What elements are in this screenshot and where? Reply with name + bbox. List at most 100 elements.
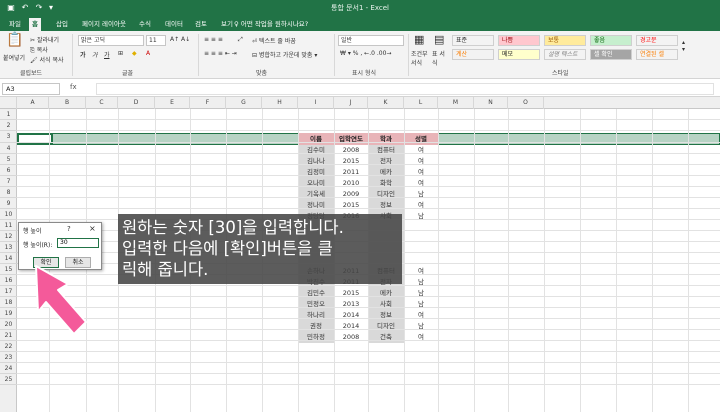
paste-label[interactable]: 붙여넣기 — [3, 53, 25, 62]
table-cell[interactable] — [404, 233, 438, 244]
table-cell[interactable]: 2011 — [334, 167, 368, 178]
column-header-e[interactable]: E — [155, 97, 190, 109]
fill-color-icon[interactable]: ◆ — [132, 50, 137, 57]
row-header-19[interactable]: 19 — [0, 308, 17, 319]
table-header-cell[interactable]: 학과 — [368, 133, 404, 145]
row-header-13[interactable]: 13 — [0, 242, 17, 253]
row-header-18[interactable]: 18 — [0, 297, 17, 308]
styles-more-icon[interactable]: ▴ ▾ — [682, 39, 685, 53]
orientation-icon[interactable]: ⤢ — [238, 36, 243, 44]
row-header-1[interactable]: 1 — [0, 109, 17, 120]
help-icon[interactable]: ? — [67, 225, 71, 233]
conditional-format-label[interactable]: 조건부 서식 — [411, 49, 429, 67]
currency-icon[interactable]: ₩ ▾ % , ←.0 .00→ — [340, 50, 391, 57]
style-warning[interactable]: 경고문 — [636, 35, 678, 46]
row-height-input[interactable]: 30 — [57, 238, 99, 248]
table-header-cell[interactable]: 입학연도 — [334, 133, 368, 145]
table-cell[interactable]: 여 — [404, 266, 438, 277]
table-cell[interactable]: 2015 — [334, 200, 368, 211]
table-cell[interactable]: 2013 — [334, 299, 368, 310]
table-cell[interactable]: 여 — [404, 145, 438, 156]
table-cell[interactable] — [404, 244, 438, 255]
style-note[interactable]: 메모 — [498, 49, 540, 60]
style-linked-cell[interactable]: 연결된 셀 — [636, 49, 678, 60]
column-header-a[interactable]: A — [17, 97, 49, 109]
table-cell[interactable]: 사회 — [368, 299, 404, 310]
table-cell[interactable]: 여 — [404, 332, 438, 343]
column-header-h[interactable]: H — [262, 97, 298, 109]
table-cell[interactable]: 여 — [404, 156, 438, 167]
row-header-4[interactable]: 4 — [0, 143, 17, 154]
row-header-24[interactable]: 24 — [0, 363, 17, 374]
table-cell[interactable]: 메카 — [368, 167, 404, 178]
table-cell[interactable]: 남 — [404, 277, 438, 288]
format-painter-button[interactable]: 🖌 서식 복사 — [30, 55, 64, 64]
table-cell[interactable]: 디자인 — [368, 321, 404, 332]
conditional-format-icon[interactable]: ▦ — [414, 34, 424, 45]
style-neutral[interactable]: 보통 — [544, 35, 586, 46]
table-cell[interactable] — [404, 255, 438, 266]
font-grow-icon[interactable]: A↑ A↓ — [170, 36, 190, 43]
table-header-cell[interactable]: 이름 — [298, 133, 334, 145]
font-size-select[interactable]: 11 — [146, 35, 166, 46]
table-format-label[interactable]: 표 서식 — [432, 49, 448, 67]
table-cell[interactable]: 오나미 — [298, 178, 334, 189]
style-explanatory[interactable]: 설명 텍스트 — [544, 49, 586, 60]
column-header-k[interactable]: K — [368, 97, 404, 109]
column-header-b[interactable]: B — [49, 97, 86, 109]
select-all-corner[interactable] — [0, 97, 17, 109]
column-header-f[interactable]: F — [190, 97, 226, 109]
table-format-icon[interactable]: ▤ — [434, 34, 444, 45]
table-cell[interactable]: 컴퓨터 — [368, 145, 404, 156]
column-header-j[interactable]: J — [334, 97, 368, 109]
table-cell[interactable]: 2014 — [334, 310, 368, 321]
row-header-3[interactable]: 3 — [0, 131, 17, 143]
table-cell[interactable]: 민정오 — [298, 299, 334, 310]
column-header-l[interactable]: L — [404, 97, 438, 109]
row-header-6[interactable]: 6 — [0, 165, 17, 176]
bold-icon[interactable]: 가 — [80, 50, 86, 59]
row-header-23[interactable]: 23 — [0, 352, 17, 363]
tab-formulas[interactable]: 수식 — [136, 18, 154, 31]
row-header-11[interactable]: 11 — [0, 220, 17, 231]
active-cell[interactable] — [17, 133, 53, 145]
column-header-d[interactable]: D — [118, 97, 155, 109]
font-color-icon[interactable]: A — [146, 50, 150, 57]
close-icon[interactable]: × — [89, 224, 96, 233]
table-cell[interactable]: 여 — [404, 310, 438, 321]
align-left-icon[interactable]: ≡ ≡ ≡ ⇤ ⇥ — [204, 50, 237, 57]
style-good[interactable]: 좋음 — [590, 35, 632, 46]
row-header-8[interactable]: 8 — [0, 187, 17, 198]
table-cell[interactable]: 남 — [404, 299, 438, 310]
tab-data[interactable]: 데이터 — [162, 18, 186, 31]
table-cell[interactable]: 남 — [404, 288, 438, 299]
tab-insert[interactable]: 삽입 — [53, 18, 71, 31]
tab-page-layout[interactable]: 페이지 레이아웃 — [79, 18, 129, 31]
style-normal[interactable]: 표준 — [452, 35, 494, 46]
table-cell[interactable] — [404, 222, 438, 233]
row-header-7[interactable]: 7 — [0, 176, 17, 187]
row-header-2[interactable]: 2 — [0, 120, 17, 131]
wrap-text-button[interactable]: ⏎ 텍스트 줄 바꿈 — [252, 36, 296, 45]
table-cell[interactable]: 건축 — [368, 332, 404, 343]
table-cell[interactable]: 정보 — [368, 200, 404, 211]
table-cell[interactable]: 2014 — [334, 321, 368, 332]
column-header-i[interactable]: I — [298, 97, 334, 109]
fx-icon[interactable]: fx — [70, 83, 77, 91]
column-header-o[interactable]: O — [508, 97, 544, 109]
table-cell[interactable]: 2008 — [334, 145, 368, 156]
row-header-15[interactable]: 15 — [0, 264, 17, 275]
row-header-14[interactable]: 14 — [0, 253, 17, 264]
row-header-21[interactable]: 21 — [0, 330, 17, 341]
underline-icon[interactable]: 가 — [104, 50, 110, 59]
table-cell[interactable]: 여 — [404, 178, 438, 189]
row-header-16[interactable]: 16 — [0, 275, 17, 286]
table-cell[interactable]: 2010 — [334, 178, 368, 189]
row-header-17[interactable]: 17 — [0, 286, 17, 297]
row-header-10[interactable]: 10 — [0, 209, 17, 220]
row-header-20[interactable]: 20 — [0, 319, 17, 330]
table-cell[interactable]: 정나미 — [298, 200, 334, 211]
style-check-cell[interactable]: 셀 확인 — [590, 49, 632, 60]
row-header-22[interactable]: 22 — [0, 341, 17, 352]
table-cell[interactable]: 정보 — [368, 310, 404, 321]
